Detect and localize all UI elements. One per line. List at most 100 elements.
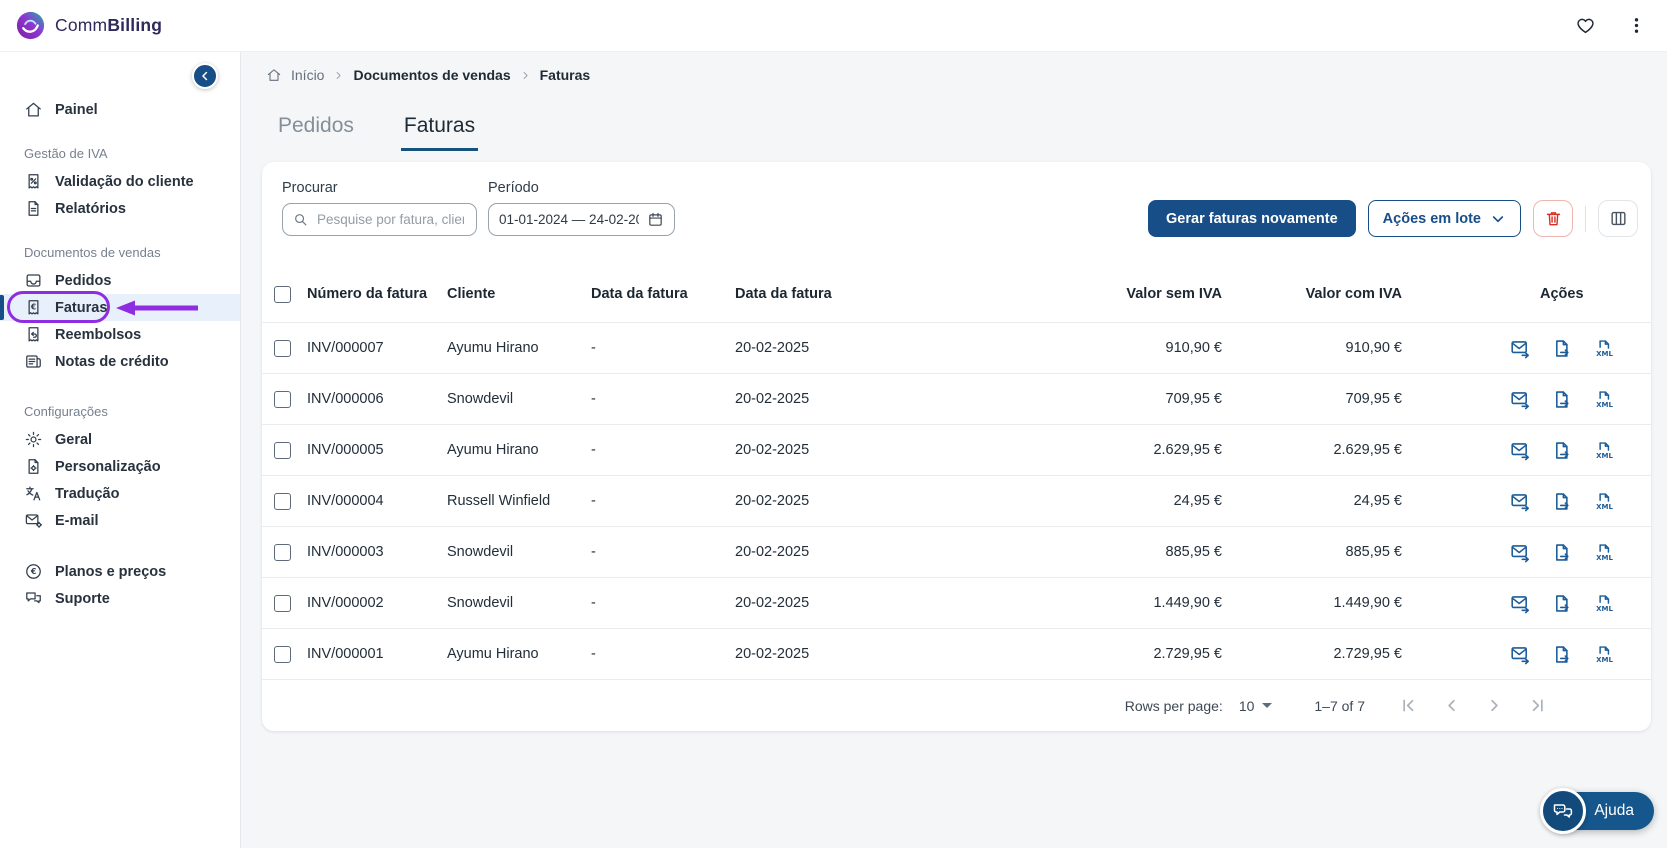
row-checkbox[interactable] [262, 390, 307, 408]
send-email-action[interactable] [1510, 593, 1531, 614]
sidebar-item-email[interactable]: E-mail [0, 507, 240, 534]
kebab-menu-icon [1626, 15, 1647, 36]
export-xml-action[interactable] [1594, 644, 1615, 665]
send-email-action[interactable] [1510, 338, 1531, 359]
export-document-action[interactable] [1552, 440, 1573, 461]
sidebar-collapse-button[interactable] [192, 63, 218, 89]
send-email-action[interactable] [1510, 542, 1531, 563]
last-page-icon [1528, 696, 1547, 715]
top-bar: CommBilling [0, 0, 1667, 52]
home-icon[interactable] [266, 67, 282, 83]
receipt-percent-icon [24, 172, 43, 191]
select-all-checkbox[interactable] [262, 285, 307, 303]
row-checkbox[interactable] [262, 441, 307, 459]
sidebar-item-label: Notas de crédito [55, 353, 169, 370]
send-email-action[interactable] [1510, 389, 1531, 410]
mail-forward-icon [1510, 593, 1531, 614]
sidebar-item-label: Faturas [55, 299, 108, 316]
previous-page-icon [1442, 696, 1461, 715]
net-amount: 2.629,95 € [1153, 442, 1222, 458]
next-page-button[interactable] [1485, 696, 1504, 715]
row-checkbox[interactable] [262, 543, 307, 561]
export-xml-action[interactable] [1594, 593, 1615, 614]
previous-page-button[interactable] [1442, 696, 1461, 715]
gear-icon [24, 430, 43, 449]
tab-faturas[interactable]: Faturas [400, 114, 479, 151]
sidebar-item-suporte[interactable]: Suporte [0, 585, 240, 612]
send-email-action[interactable] [1510, 491, 1531, 512]
sidebar-item-geral[interactable]: Geral [0, 426, 240, 453]
batch-actions-button[interactable]: Ações em lote [1367, 200, 1521, 237]
sidebar-item-pedidos[interactable]: Pedidos [0, 267, 240, 294]
chevron-left-icon [198, 69, 212, 83]
export-xml-action[interactable] [1594, 542, 1615, 563]
search-input-field[interactable] [315, 211, 466, 228]
export-xml-action[interactable] [1594, 491, 1615, 512]
columns-icon [1609, 209, 1628, 228]
page-range-label: 1–7 of 7 [1314, 697, 1365, 714]
inbox-icon [24, 271, 43, 290]
row-checkbox[interactable] [262, 492, 307, 510]
export-xml-action[interactable] [1594, 338, 1615, 359]
mail-gear-icon [24, 511, 43, 530]
xml-file-icon [1594, 338, 1615, 359]
table-row: INV/000004 Russell Winfield - 20-02-2025… [262, 475, 1651, 526]
column-header-data-2: Data da fatura [735, 286, 832, 302]
sidebar-item-planos-e-precos[interactable]: Planos e preços [0, 558, 240, 585]
export-document-action[interactable] [1552, 542, 1573, 563]
invoice-number: INV/000006 [307, 391, 384, 407]
regenerate-invoices-button[interactable]: Gerar faturas novamente [1148, 200, 1356, 237]
first-page-button[interactable] [1399, 696, 1418, 715]
favorites-button[interactable] [1575, 15, 1596, 36]
rows-per-page-select[interactable]: 10 [1239, 698, 1273, 714]
export-document-action[interactable] [1552, 593, 1573, 614]
net-amount: 24,95 € [1173, 493, 1222, 509]
breadcrumb-documentos-de-vendas[interactable]: Documentos de vendas [353, 67, 510, 83]
gross-amount: 885,95 € [1345, 544, 1402, 560]
tab-pedidos[interactable]: Pedidos [275, 114, 357, 151]
period-input[interactable]: 01-01-2024 — 24-02-202 [488, 203, 675, 236]
trash-icon [1544, 209, 1563, 228]
invoice-date-1: - [591, 340, 596, 356]
row-checkbox[interactable] [262, 645, 307, 663]
help-chat-icon [1540, 788, 1587, 834]
row-actions [1402, 542, 1651, 563]
overflow-menu-button[interactable] [1626, 15, 1647, 36]
main-content: Início Documentos de vendas Faturas Pedi… [241, 52, 1667, 848]
invoice-date-1: - [591, 493, 596, 509]
help-button[interactable]: Ajuda [1540, 788, 1654, 834]
sidebar-item-personalizacao[interactable]: Personalização [0, 453, 240, 480]
client-name: Russell Winfield [447, 493, 551, 509]
file-export-icon [1552, 440, 1573, 461]
mail-forward-icon [1510, 338, 1531, 359]
sidebar-item-notas-de-credito[interactable]: Notas de crédito [0, 348, 240, 375]
sidebar-item-traducao[interactable]: Tradução [0, 480, 240, 507]
toolbar-divider [1585, 205, 1586, 232]
delete-button[interactable] [1533, 200, 1573, 237]
export-xml-action[interactable] [1594, 440, 1615, 461]
invoices-card: Procurar Período 01-01-2024 — 24-02-202 … [262, 162, 1651, 731]
row-checkbox[interactable] [262, 594, 307, 612]
send-email-action[interactable] [1510, 644, 1531, 665]
export-document-action[interactable] [1552, 491, 1573, 512]
last-page-button[interactable] [1528, 696, 1547, 715]
breadcrumb-inicio[interactable]: Início [291, 67, 324, 83]
search-input[interactable] [282, 203, 477, 236]
sidebar-item-relatorios[interactable]: Relatórios [0, 195, 240, 222]
invoice-date-1: - [591, 391, 596, 407]
invoice-number: INV/000001 [307, 646, 384, 662]
send-email-action[interactable] [1510, 440, 1531, 461]
row-checkbox[interactable] [262, 339, 307, 357]
sidebar-item-painel[interactable]: Painel [0, 96, 240, 123]
export-document-action[interactable] [1552, 389, 1573, 410]
sidebar-item-validacao-do-cliente[interactable]: Validação do cliente [0, 168, 240, 195]
export-xml-action[interactable] [1594, 389, 1615, 410]
xml-file-icon [1594, 542, 1615, 563]
brand-prefix: Comm [55, 15, 108, 35]
export-document-action[interactable] [1552, 644, 1573, 665]
export-document-action[interactable] [1552, 338, 1573, 359]
sidebar-item-reembolsos[interactable]: Reembolsos [0, 321, 240, 348]
sidebar-item-faturas[interactable]: Faturas [0, 291, 240, 323]
column-header-cliente: Cliente [447, 286, 496, 302]
columns-button[interactable] [1598, 200, 1638, 237]
